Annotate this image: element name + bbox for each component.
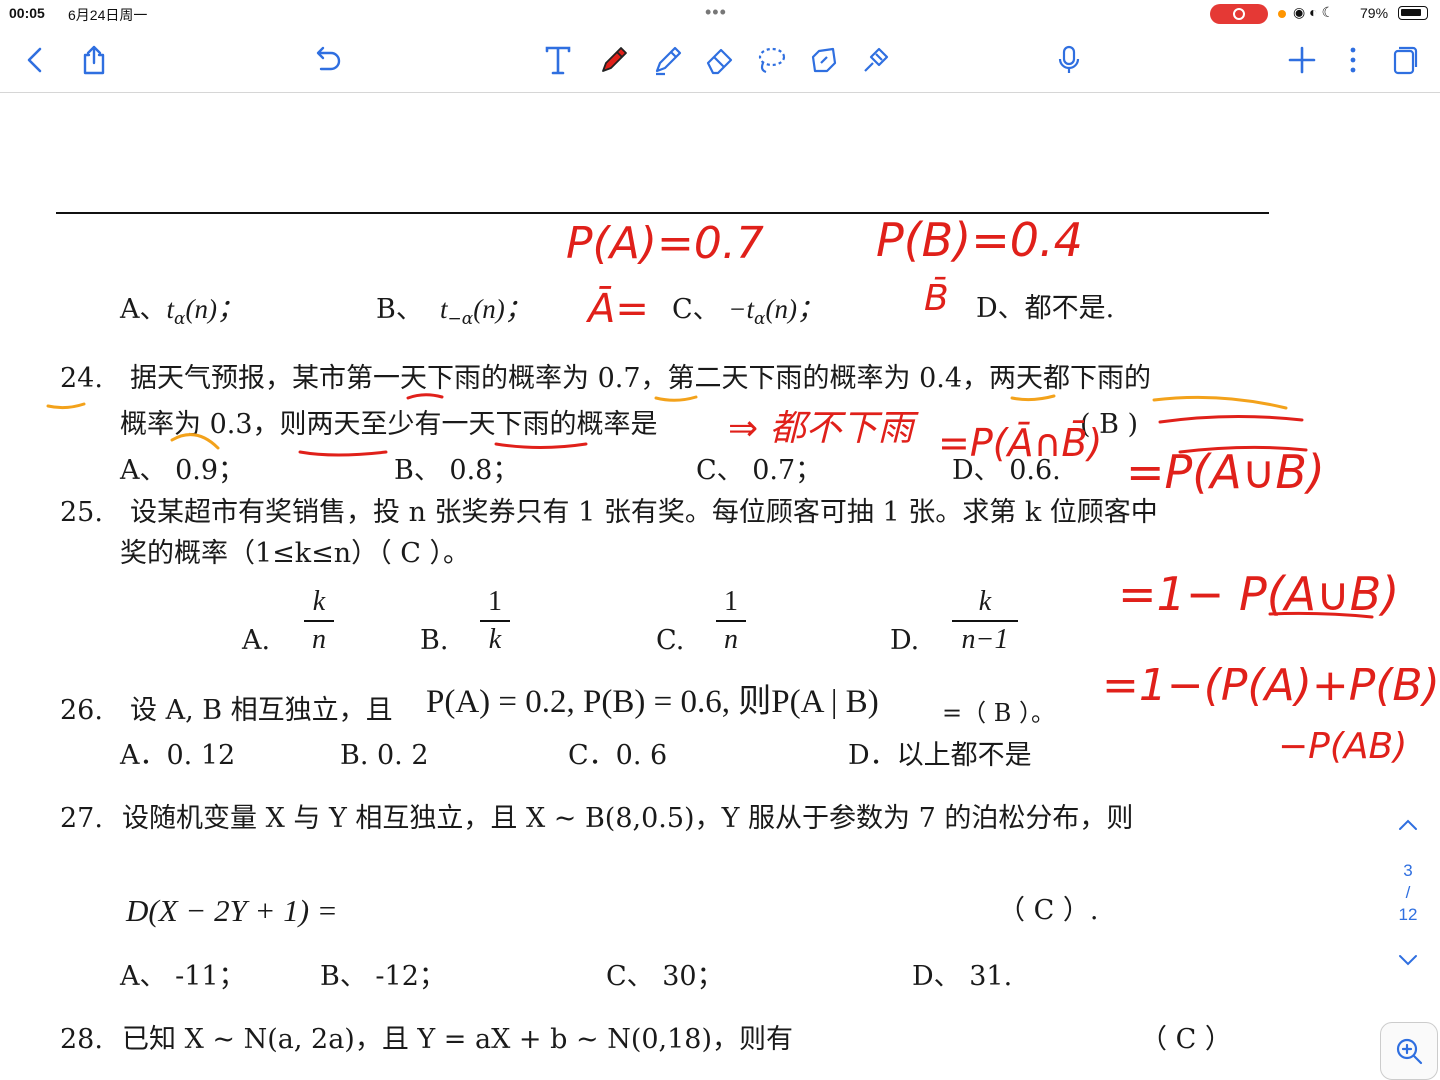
add-page-icon[interactable] xyxy=(1284,42,1320,78)
q23-option-a: A、tα(n)； xyxy=(120,294,244,329)
q28-text: 已知 X ~ N(a, 2a)，且 Y = aX + b ~ N(0,18)，则… xyxy=(122,1024,794,1055)
q27-option-a: A、 -11； xyxy=(120,961,246,992)
battery-icon xyxy=(1398,6,1428,20)
q24-answer: ( B ) xyxy=(1080,409,1139,440)
q25-number: 25. xyxy=(60,497,103,528)
q27-option-b: B、 -12； xyxy=(320,961,446,992)
highlighter-icon[interactable] xyxy=(650,42,686,78)
page-up-icon[interactable] xyxy=(1396,815,1420,840)
ink-eq4: =1−(P(A)+P(B) xyxy=(1102,660,1440,711)
ink-abar: Ā= xyxy=(585,285,649,332)
q26-option-d: D．以上都不是 xyxy=(848,740,1032,771)
zoom-button[interactable] xyxy=(1380,1022,1438,1080)
q26-text: 设 A, B 相互独立，且 xyxy=(130,695,393,726)
q25-option-d-fraction: k n−1 xyxy=(952,586,1018,656)
q24-text-line1: 据天气预报，某市第一天下雨的概率为 0.7，第二天下雨的概率为 0.4，两天都下… xyxy=(130,363,1152,394)
q26-formula: P(A) = 0.2, P(B) = 0.6, 则P(A | B) xyxy=(426,684,879,720)
q24-text-line2: 概率为 0.3，则两天至少有一天下雨的概率是 xyxy=(120,409,658,440)
q23-option-c: C、 −tα(n)； xyxy=(672,294,824,329)
page-separator: / xyxy=(1405,883,1411,902)
back-icon[interactable] xyxy=(17,42,53,78)
q25-option-a-fraction: kn xyxy=(304,586,334,656)
share-icon[interactable] xyxy=(76,42,112,78)
ink-bbar: B̄ xyxy=(924,276,949,319)
eraser-icon[interactable] xyxy=(702,42,738,78)
text-tool-icon[interactable] xyxy=(540,42,576,78)
zoom-in-icon xyxy=(1396,1038,1423,1065)
q24-option-d: D、 0.6. xyxy=(952,455,1061,486)
ink-eq2: =P(A∪B) xyxy=(1126,445,1325,499)
laser-pointer-icon[interactable] xyxy=(858,42,894,78)
pages-icon[interactable] xyxy=(1386,42,1422,78)
q24-option-b: B、 0.8； xyxy=(394,455,520,486)
q24-option-c: C、 0.7； xyxy=(696,455,823,486)
q27-option-c: C、 30； xyxy=(606,961,724,992)
header-rule xyxy=(56,212,1269,214)
screen-recording-icon[interactable] xyxy=(1210,4,1268,24)
page-total: 12 xyxy=(1398,905,1418,924)
undo-icon[interactable] xyxy=(308,42,344,78)
q25-option-a-label: A. xyxy=(242,625,271,656)
q24-option-a: A、 0.9； xyxy=(120,455,246,486)
page-current: 3 xyxy=(1403,861,1413,880)
q25-option-b-fraction: 1k xyxy=(480,586,510,656)
q25-text-line1: 设某超市有奖销售，投 n 张奖券只有 1 张有奖。每位顾客可抽 1 张。求第 k… xyxy=(130,497,1158,528)
q27-number: 27. xyxy=(60,803,103,834)
page-down-icon[interactable] xyxy=(1396,950,1420,975)
q28-answer: （ C ） xyxy=(1140,1024,1232,1055)
page-indicator[interactable]: 3 / 12 xyxy=(1390,860,1426,926)
shape-tool-icon[interactable] xyxy=(806,42,842,78)
status-time: 00:05 xyxy=(9,5,45,21)
q28-number: 28. xyxy=(60,1024,103,1055)
q25-option-c-fraction: 1n xyxy=(716,586,746,656)
more-options-icon[interactable] xyxy=(1335,42,1371,78)
pen-tool-icon[interactable] xyxy=(596,42,632,78)
ink-eq3: =1− P(A∪B) xyxy=(1118,567,1399,621)
ink-pb: P(B)=0.4 xyxy=(876,213,1083,267)
q26-option-c: C．0. 6 xyxy=(568,740,668,771)
multitask-dots-icon[interactable]: ••• xyxy=(705,2,727,23)
q27-text-line1: 设随机变量 X 与 Y 相互独立，且 X ~ B(8,0.5)，Y 服从于参数为… xyxy=(122,803,1134,834)
lasso-icon[interactable] xyxy=(753,42,789,78)
wifi-icon: ◉ ◐ ☾ xyxy=(1293,4,1335,20)
battery-percent: 79% xyxy=(1360,5,1389,21)
q25-text-line2: 奖的概率（1≤k≤n）（ C ）。 xyxy=(120,538,470,569)
q26-number: 26. xyxy=(60,695,103,726)
status-bar: 00:05 6月24日周一 ••• ◉ ◐ ☾ 79% xyxy=(0,0,1440,28)
q26-option-a: A．0. 12 xyxy=(120,740,236,771)
ink-eq5: −P(AB) xyxy=(1278,726,1407,767)
q25-option-b-label: B. xyxy=(420,625,449,656)
q24-number: 24. xyxy=(60,363,103,394)
q26-answer: =（ B ）。 xyxy=(942,699,1056,727)
q23-option-d: D、都不是. xyxy=(976,293,1115,324)
q25-option-d-label: D. xyxy=(890,625,920,656)
status-date: 6月24日周一 xyxy=(68,7,148,23)
q25-option-c-label: C. xyxy=(656,625,685,656)
q26-option-b: B. 0. 2 xyxy=(340,740,429,771)
q27-option-d: D、 31. xyxy=(912,961,1013,992)
q23-option-b: B、 t−α(n)； xyxy=(376,294,532,329)
toolbar xyxy=(0,28,1440,93)
mic-indicator-icon xyxy=(1278,10,1286,18)
q27-formula: D(X − 2Y + 1) = xyxy=(126,893,338,928)
microphone-icon[interactable] xyxy=(1051,42,1087,78)
q27-answer: （ C ）. xyxy=(998,895,1099,926)
ink-both-no-rain: ⇒ 都不下雨 xyxy=(728,408,920,449)
ink-pa: P(A)=0.7 xyxy=(566,218,764,269)
